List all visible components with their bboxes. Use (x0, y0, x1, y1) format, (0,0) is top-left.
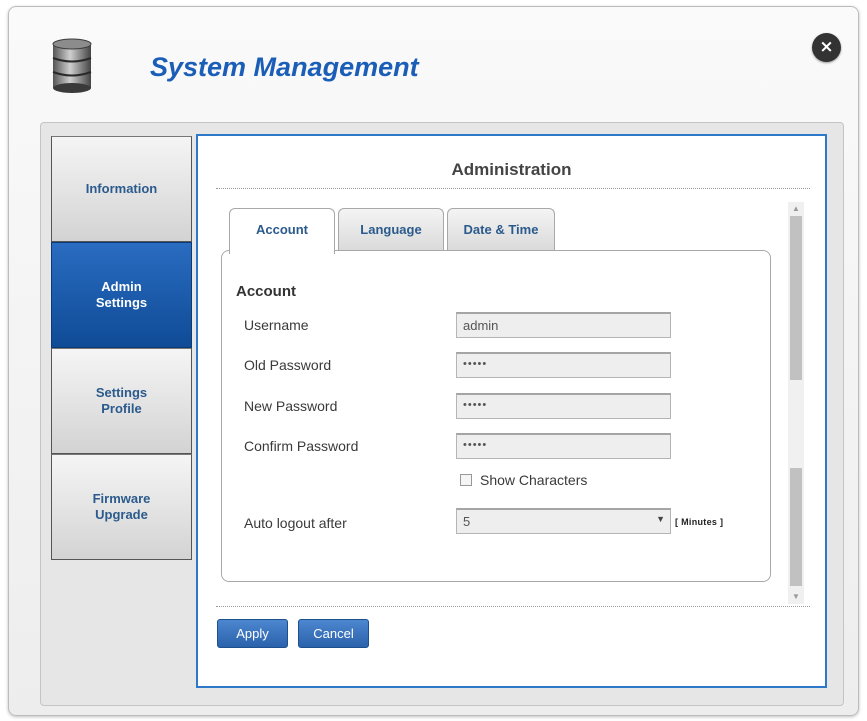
scrollbar[interactable]: ▲ ▼ (788, 202, 804, 604)
scrollbar-thumb[interactable] (790, 216, 802, 380)
database-icon (52, 38, 92, 94)
sidebar-item-label: Settings Profile (95, 385, 148, 416)
sidebar-item-label: Admin Settings (95, 279, 148, 310)
dropdown-arrow-icon: ▼ (656, 514, 665, 524)
confirm-password-field[interactable]: ••••• (456, 433, 671, 459)
tab-language[interactable]: Language (338, 208, 444, 252)
window-title: System Management (150, 52, 419, 82)
tab-date-time[interactable]: Date & Time (447, 208, 555, 252)
auto-logout-label: Auto logout after (244, 515, 347, 531)
auto-logout-value: 5 (463, 514, 471, 529)
divider (216, 606, 810, 607)
section-heading: Account (236, 283, 296, 300)
sidebar-item-information[interactable]: Information (51, 136, 192, 242)
scrollbar-thumb[interactable] (790, 468, 802, 586)
sidebar-item-label: Firmware Upgrade (92, 491, 151, 522)
close-icon[interactable]: × (812, 33, 841, 62)
sidebar-item-admin-settings[interactable]: Admin Settings (51, 242, 192, 348)
checkbox-icon[interactable] (460, 474, 472, 486)
sidebar-item-settings-profile[interactable]: Settings Profile (51, 348, 192, 454)
old-password-field[interactable]: ••••• (456, 352, 671, 378)
tab-account[interactable]: Account (229, 208, 335, 254)
auto-logout-select[interactable]: 5 ▼ (456, 508, 671, 534)
show-characters-label: Show Characters (480, 472, 588, 488)
username-label: Username (244, 317, 309, 333)
new-password-label: New Password (244, 398, 338, 414)
minutes-unit-label: [ Minutes ] (675, 517, 724, 527)
page-title: Administration (451, 160, 572, 179)
admin-content-panel: Administration Account Language Date & T… (196, 134, 827, 688)
new-password-field[interactable]: ••••• (456, 393, 671, 419)
apply-button[interactable]: Apply (217, 619, 288, 648)
old-password-label: Old Password (244, 357, 332, 373)
divider (216, 188, 810, 189)
sidebar-item-label: Information (85, 181, 158, 196)
username-field[interactable]: admin (456, 312, 671, 338)
scroll-down-icon[interactable]: ▼ (788, 590, 804, 604)
confirm-password-label: Confirm Password (244, 438, 359, 454)
scroll-up-icon[interactable]: ▲ (788, 202, 804, 216)
show-characters-checkbox[interactable]: Show Characters (460, 472, 587, 488)
cancel-button[interactable]: Cancel (298, 619, 369, 648)
account-tab-panel: Account Username admin Old Password ••••… (221, 250, 771, 582)
sidebar-item-firmware-upgrade[interactable]: Firmware Upgrade (51, 454, 192, 560)
